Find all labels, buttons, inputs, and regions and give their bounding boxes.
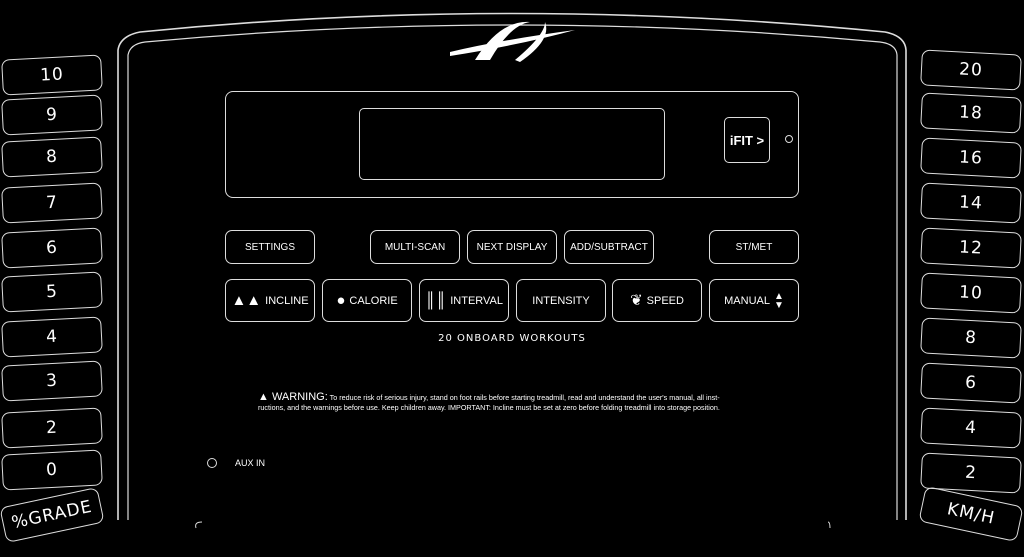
next-display-button[interactable]: NEXT DISPLAY xyxy=(467,230,557,264)
key-label: 10 xyxy=(39,64,65,86)
key-label: 10 xyxy=(958,282,984,304)
ifit-button[interactable]: iFIT > xyxy=(724,117,770,163)
incline-key-5[interactable]: 5 xyxy=(1,271,103,313)
speed-key-20[interactable]: 20 xyxy=(920,49,1022,91)
incline-key-2[interactable]: 2 xyxy=(1,407,103,449)
key-label: 2 xyxy=(964,462,978,484)
incline-key-6[interactable]: 6 xyxy=(1,227,103,269)
key-label: 2 xyxy=(45,417,59,439)
ifit-label: iFIT > xyxy=(729,132,765,148)
winged-foot-icon: ❦ xyxy=(630,292,643,309)
speed-key-18[interactable]: 18 xyxy=(920,92,1022,134)
st-met-label: ST/MET xyxy=(735,241,773,253)
key-label: 4 xyxy=(964,417,978,439)
warning-text: ▲ WARNING: To reduce risk of serious inj… xyxy=(258,392,778,413)
mountain-icon: ▲▲ xyxy=(231,292,262,309)
incline-key-9[interactable]: 9 xyxy=(1,94,103,136)
intensity-label: INTENSITY xyxy=(532,294,590,307)
speed-key-8[interactable]: 8 xyxy=(920,317,1022,359)
speed-label: SPEED xyxy=(646,294,684,307)
st-met-button[interactable]: ST/MET xyxy=(709,230,799,264)
incline-key-3[interactable]: 3 xyxy=(1,360,103,402)
aux-in-label: AUX IN xyxy=(235,458,266,468)
manual-button[interactable]: MANUAL ▲ ▼ xyxy=(709,279,799,322)
key-label: 5 xyxy=(45,281,59,303)
warning-title: WARNING: xyxy=(271,391,328,403)
workouts-label: 20 ONBOARD WORKOUTS xyxy=(438,333,586,344)
settings-label: SETTINGS xyxy=(244,241,295,253)
incline-key-8[interactable]: 8 xyxy=(1,136,103,178)
multi-scan-label: MULTI-SCAN xyxy=(384,241,446,253)
add-subtract-button[interactable]: ADD/SUBTRACT xyxy=(564,230,654,264)
key-label: 8 xyxy=(964,327,978,349)
bars-icon: ║║ xyxy=(424,292,447,309)
incline-key-7[interactable]: 7 xyxy=(1,182,103,224)
multi-scan-button[interactable]: MULTI-SCAN xyxy=(370,230,460,264)
key-label: 6 xyxy=(45,237,59,259)
burger-icon: ● xyxy=(336,292,346,309)
add-subtract-label: ADD/SUBTRACT xyxy=(570,241,648,253)
warning-line-1: To reduce risk of serious injury, stand … xyxy=(329,393,720,402)
speed-workout-button[interactable]: ❦ SPEED xyxy=(612,279,702,322)
console-outline xyxy=(117,12,907,529)
display-window xyxy=(359,108,665,180)
key-label: 8 xyxy=(45,146,59,168)
key-label: 16 xyxy=(958,147,984,169)
key-label: 12 xyxy=(958,237,984,259)
speed-key-14[interactable]: 14 xyxy=(920,182,1022,224)
key-label: 6 xyxy=(964,372,978,394)
speed-key-16[interactable]: 16 xyxy=(920,137,1022,179)
settings-button[interactable]: SETTINGS xyxy=(225,230,315,264)
intensity-workout-button[interactable]: INTENSITY xyxy=(516,279,606,322)
warning-line-2: ructions, and the warnings before use. K… xyxy=(258,403,720,412)
speed-key-6[interactable]: 6 xyxy=(920,362,1022,404)
incline-key-0[interactable]: 0 xyxy=(1,449,103,491)
incline-key-10[interactable]: 10 xyxy=(1,54,103,96)
key-label: 3 xyxy=(45,370,59,392)
calorie-workout-button[interactable]: ● CALORIE xyxy=(322,279,412,322)
key-label: 20 xyxy=(958,59,984,81)
key-label: KM/H xyxy=(945,499,997,529)
aux-in-jack[interactable] xyxy=(207,458,217,468)
incline-label: INCLINE xyxy=(265,294,309,307)
up-down-arrows-icon: ▲ ▼ xyxy=(773,290,784,311)
key-label: 7 xyxy=(45,192,59,214)
interval-workout-button[interactable]: ║║ INTERVAL xyxy=(419,279,509,322)
manual-label: MANUAL xyxy=(724,294,770,307)
key-label: 14 xyxy=(958,192,984,214)
key-label: 9 xyxy=(45,104,59,126)
speed-key-12[interactable]: 12 xyxy=(920,227,1022,269)
ifit-indicator-light xyxy=(785,135,793,143)
calorie-label: CALORIE xyxy=(349,294,398,307)
incline-key-4[interactable]: 4 xyxy=(1,316,103,358)
brand-logo xyxy=(450,21,575,62)
speed-key-10[interactable]: 10 xyxy=(920,272,1022,314)
speed-key-4[interactable]: 4 xyxy=(920,407,1022,449)
warning-icon: ▲ xyxy=(258,391,272,403)
interval-label: INTERVAL xyxy=(450,294,504,307)
key-label: 4 xyxy=(45,326,59,348)
incline-workout-button[interactable]: ▲▲ INCLINE xyxy=(225,279,315,322)
key-label: 0 xyxy=(45,459,59,481)
key-label: 18 xyxy=(958,102,984,124)
next-display-label: NEXT DISPLAY xyxy=(476,241,548,253)
